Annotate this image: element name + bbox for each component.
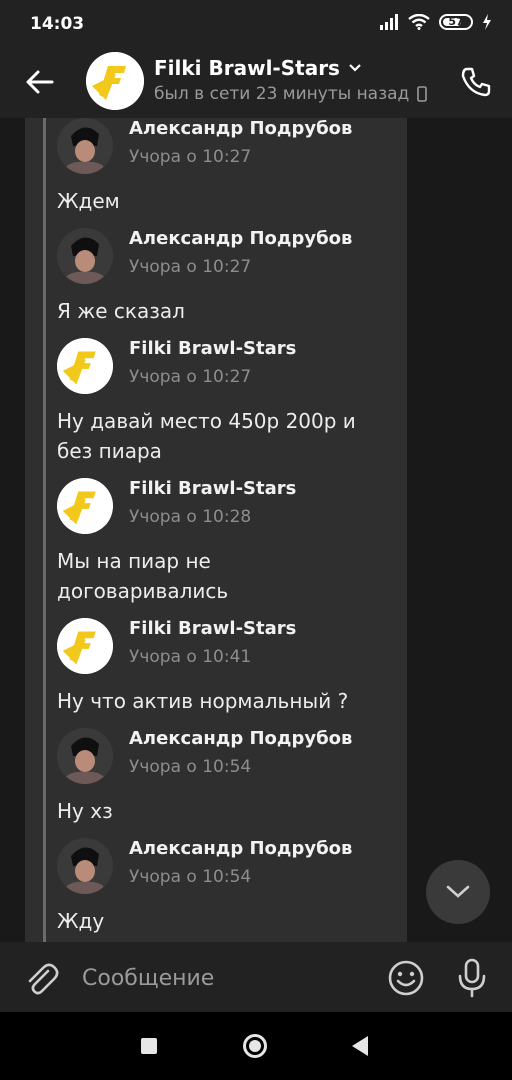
message-composer bbox=[0, 942, 512, 1012]
phone-call-icon[interactable] bbox=[456, 62, 496, 102]
message-text: Ну давай место 450р 200р и без пиара bbox=[57, 409, 356, 463]
microphone-icon[interactable] bbox=[452, 956, 492, 1000]
chat-status: был в сети 23 минуты назад bbox=[154, 84, 428, 104]
status-bar: 14:03 57 bbox=[0, 0, 512, 46]
message-author[interactable]: Filki Brawl-Stars bbox=[129, 618, 296, 639]
chat-header: Filki Brawl-Stars был в сети 23 минуты н… bbox=[0, 46, 512, 118]
chevron-down-icon bbox=[446, 885, 470, 898]
message-time: Учора о 10:41 bbox=[129, 647, 252, 667]
avatar[interactable] bbox=[57, 338, 113, 394]
message-author[interactable]: Александр Подрубов bbox=[129, 838, 352, 859]
forward-indicator-line bbox=[43, 118, 46, 942]
user-photo-icon bbox=[57, 728, 113, 784]
avatar[interactable] bbox=[57, 478, 113, 534]
scroll-to-bottom-button[interactable] bbox=[426, 860, 490, 924]
message-author[interactable]: Александр Подрубов bbox=[129, 728, 352, 749]
message-list[interactable]: Александр Подрубов Учора о 10:27 Ждем Ал… bbox=[0, 118, 512, 942]
avatar[interactable] bbox=[57, 118, 113, 174]
home-button[interactable] bbox=[243, 1034, 267, 1058]
battery-icon: 57 bbox=[439, 14, 473, 30]
message-author[interactable]: Filki Brawl-Stars bbox=[129, 478, 296, 499]
filki-logo-icon bbox=[57, 618, 113, 674]
mobile-device-icon bbox=[417, 86, 428, 102]
message-time: Учора о 10:54 bbox=[129, 867, 252, 887]
user-photo-icon bbox=[57, 838, 113, 894]
user-photo-icon bbox=[57, 228, 113, 284]
avatar[interactable] bbox=[57, 728, 113, 784]
chat-title[interactable]: Filki Brawl-Stars bbox=[154, 56, 362, 80]
user-photo-icon bbox=[57, 118, 113, 174]
charging-icon bbox=[483, 14, 491, 30]
wifi-icon bbox=[408, 14, 430, 30]
message-author[interactable]: Filki Brawl-Stars bbox=[129, 338, 296, 359]
status-time: 14:03 bbox=[30, 14, 85, 34]
system-back-button[interactable] bbox=[352, 1036, 368, 1056]
filki-logo-icon bbox=[86, 52, 144, 110]
filki-logo-icon bbox=[57, 478, 113, 534]
message-author[interactable]: Александр Подрубов bbox=[129, 228, 352, 249]
chat-title-label: Filki Brawl-Stars bbox=[154, 56, 340, 80]
message-time: Учора о 10:27 bbox=[129, 257, 252, 277]
signal-icon bbox=[380, 14, 398, 30]
avatar[interactable] bbox=[57, 618, 113, 674]
message-text: Я же сказал bbox=[57, 299, 185, 323]
chat-avatar[interactable] bbox=[86, 52, 144, 110]
filki-logo-icon bbox=[57, 338, 113, 394]
home-dot-icon bbox=[249, 1040, 261, 1052]
emoji-icon[interactable] bbox=[386, 958, 426, 998]
avatar[interactable] bbox=[57, 838, 113, 894]
back-arrow-icon[interactable] bbox=[18, 60, 62, 104]
message-time: Учора о 10:54 bbox=[129, 757, 252, 777]
status-icons: 57 bbox=[379, 14, 492, 30]
message-time: Учора о 10:27 bbox=[129, 147, 252, 167]
battery-percent: 57 bbox=[448, 15, 464, 28]
system-nav-bar bbox=[0, 1012, 512, 1080]
message-input[interactable] bbox=[80, 960, 374, 996]
chevron-down-icon bbox=[349, 64, 361, 72]
avatar[interactable] bbox=[57, 228, 113, 284]
last-seen-text: был в сети 23 минуты назад bbox=[154, 84, 410, 104]
message-text: Ну что актив нормальный ? bbox=[57, 689, 349, 713]
paperclip-icon[interactable] bbox=[20, 958, 60, 998]
message-text: Мы на пиар не договаривались bbox=[57, 549, 229, 603]
message-author[interactable]: Александр Подрубов bbox=[129, 118, 352, 139]
message-text: Ну хз bbox=[57, 799, 113, 823]
message-text: Жду bbox=[57, 909, 105, 933]
recents-button[interactable] bbox=[141, 1038, 157, 1054]
message-time: Учора о 10:27 bbox=[129, 367, 252, 387]
message-time: Учора о 10:28 bbox=[129, 507, 252, 527]
message-text: Ждем bbox=[57, 189, 120, 213]
